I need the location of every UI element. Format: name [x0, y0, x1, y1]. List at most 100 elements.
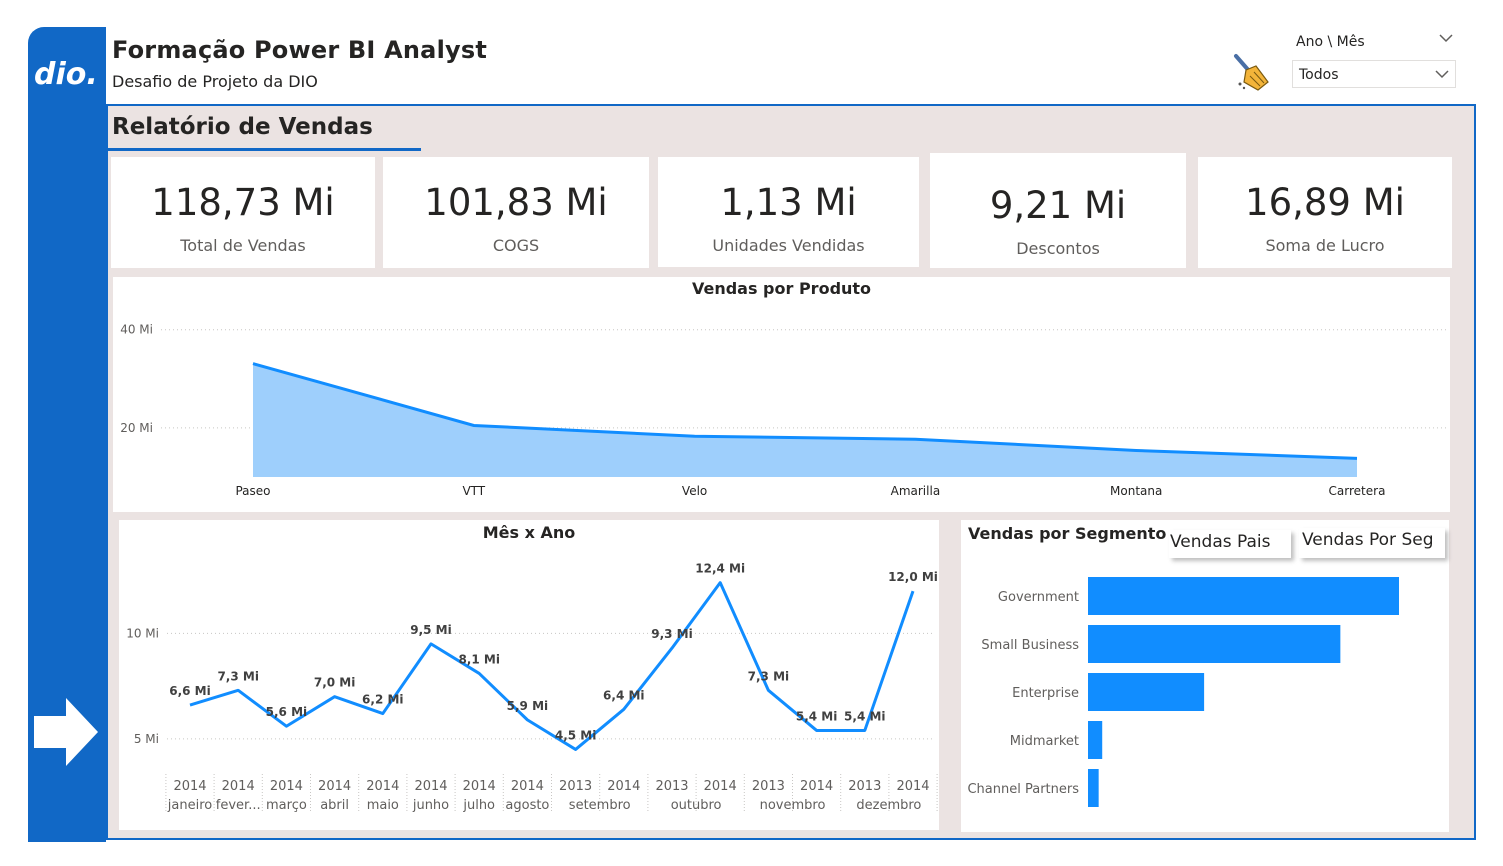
x-tick-label: Amarilla	[891, 484, 941, 498]
x-tick-month: janeiro	[167, 798, 212, 813]
kpi-label: Total de Vendas	[180, 236, 306, 255]
data-label: 9,5 Mi	[410, 623, 452, 637]
vendas-por-produto-chart: Vendas por Produto 40 Mi 20 Mi Paseo VTT Vel…	[113, 277, 1450, 512]
bar	[1088, 625, 1341, 663]
x-tick-year: 2014	[270, 779, 303, 794]
data-label: 5,4 Mi	[844, 709, 886, 723]
bar	[1088, 769, 1099, 807]
x-tick-label: Paseo	[235, 484, 270, 498]
kpi-label: Descontos	[1016, 239, 1100, 258]
vendas-pais-button[interactable]: Vendas Pais	[1169, 530, 1291, 558]
kpi-card-cogs: 101,83 Mi COGS	[383, 157, 649, 268]
arrow-right-icon[interactable]	[34, 698, 98, 766]
area-chart-svg: 40 Mi 20 Mi Paseo VTT Velo Amarilla Montana Car…	[120, 323, 1446, 498]
x-tick-label: Carretera	[1329, 484, 1386, 498]
data-label: 12,0 Mi	[888, 570, 938, 584]
x-tick-year: 2014	[704, 779, 737, 794]
y-category-label: Enterprise	[1012, 686, 1079, 701]
kpi-value: 118,73 Mi	[151, 181, 335, 224]
x-tick-year: 2014	[222, 779, 255, 794]
chevron-down-icon[interactable]	[1438, 30, 1454, 46]
x-tick-month: fever...	[216, 798, 261, 813]
kpi-label: COGS	[492, 236, 540, 255]
x-tick-year: 2014	[800, 779, 833, 794]
slicer-label: Ano \ Mês	[1296, 34, 1365, 50]
bar-chart-svg: Government Small Business Enterprise Midmar…	[967, 577, 1399, 807]
x-tick-month: julho	[462, 798, 495, 813]
y-tick-label: 5 Mi	[134, 732, 159, 746]
x-tick-label: VTT	[462, 484, 485, 498]
kpi-value: 9,21 Mi	[989, 184, 1127, 227]
kpi-label: Soma de Lucro	[1265, 236, 1385, 255]
data-label: 7,0 Mi	[314, 676, 356, 690]
button-label: Vendas Por Seg	[1302, 530, 1434, 550]
kpi-label: Unidades Vendidas	[712, 236, 865, 255]
broom-icon[interactable]	[1230, 52, 1272, 92]
x-tick-year: 2013	[752, 779, 785, 794]
dio-logo: dio.	[34, 57, 100, 92]
data-label: 6,4 Mi	[603, 688, 645, 702]
x-tick-year: 2013	[655, 779, 688, 794]
data-label: 5,6 Mi	[266, 705, 308, 719]
x-tick-month: setembro	[569, 798, 631, 813]
x-tick-year: 2013	[848, 779, 881, 794]
vendas-por-seg-button[interactable]: Vendas Por Seg	[1299, 528, 1445, 558]
title-underline	[108, 148, 421, 151]
y-tick-label: 20 Mi	[120, 421, 153, 435]
x-tick-month: março	[266, 798, 307, 813]
kpi-card-lucro: 16,89 Mi Soma de Lucro	[1198, 157, 1452, 268]
y-category-label: Government	[998, 590, 1079, 605]
x-tick-month: outubro	[671, 798, 722, 813]
area-fill	[253, 363, 1357, 477]
data-label: 6,2 Mi	[362, 693, 404, 707]
bar	[1088, 577, 1399, 615]
data-label: 8,1 Mi	[458, 652, 500, 666]
kpi-value: 101,83 Mi	[424, 181, 608, 224]
kpi-card-unidades: 1,13 Mi Unidades Vendidas	[658, 157, 919, 267]
x-tick-year: 2014	[173, 779, 206, 794]
bar	[1088, 721, 1103, 759]
x-tick-label: Montana	[1110, 484, 1162, 498]
x-tick-month: novembro	[760, 798, 826, 813]
report-title: Relatório de Vendas	[112, 114, 373, 140]
y-category-label: Small Business	[981, 638, 1079, 653]
page-title: Formação Power BI Analyst	[112, 36, 487, 64]
x-tick-year: 2014	[607, 779, 640, 794]
x-tick-year: 2014	[414, 779, 447, 794]
bar	[1088, 673, 1205, 711]
data-label: 6,6 Mi	[169, 684, 211, 698]
x-tick-month: agosto	[505, 798, 549, 813]
y-category-label: Midmarket	[1010, 734, 1079, 749]
series-line	[189, 581, 915, 751]
kpi-value: 16,89 Mi	[1245, 181, 1405, 224]
kpi-value: 1,13 Mi	[720, 181, 857, 224]
y-category-label: Channel Partners	[967, 782, 1079, 797]
x-tick-month: junho	[412, 798, 449, 813]
data-label: 12,4 Mi	[695, 562, 745, 576]
data-label: 5,4 Mi	[796, 709, 838, 723]
vendas-por-segmento-chart: Vendas por Segmento Government Small Busi…	[961, 520, 1449, 832]
y-tick-label: 10 Mi	[126, 626, 159, 640]
x-tick-year: 2014	[318, 779, 351, 794]
data-label: 7,3 Mi	[748, 669, 790, 683]
x-tick-year: 2014	[896, 779, 929, 794]
logo-text: dio.	[34, 58, 98, 88]
mes-x-ano-chart: Mês x Ano 10 Mi 5 Mi 6,6 Mi 7,3 Mi 5,6 Mi 7,0…	[119, 520, 939, 830]
line-chart-svg: 10 Mi 5 Mi 6,6 Mi 7,3 Mi 5,6 Mi 7,0 Mi 6,2 Mi 9…	[126, 562, 938, 813]
x-tick-label: Velo	[682, 484, 707, 498]
x-tick-month: dezembro	[856, 798, 921, 813]
y-tick-label: 40 Mi	[120, 323, 153, 337]
data-label: 4,5 Mi	[555, 728, 597, 742]
kpi-card-descontos: 9,21 Mi Descontos	[930, 153, 1186, 268]
x-tick-year: 2014	[366, 779, 399, 794]
button-label: Vendas Pais	[1170, 532, 1271, 552]
data-label: 5,9 Mi	[507, 699, 549, 713]
x-tick-year: 2014	[463, 779, 496, 794]
page-subtitle: Desafio de Projeto da DIO	[112, 72, 318, 91]
x-tick-year: 2014	[511, 779, 544, 794]
x-tick-year: 2013	[559, 779, 592, 794]
chevron-down-icon[interactable]	[1434, 66, 1450, 82]
kpi-card-total-vendas: 118,73 Mi Total de Vendas	[111, 157, 375, 268]
slicer-value: Todos	[1299, 67, 1339, 83]
x-tick-month: abril	[320, 798, 349, 813]
